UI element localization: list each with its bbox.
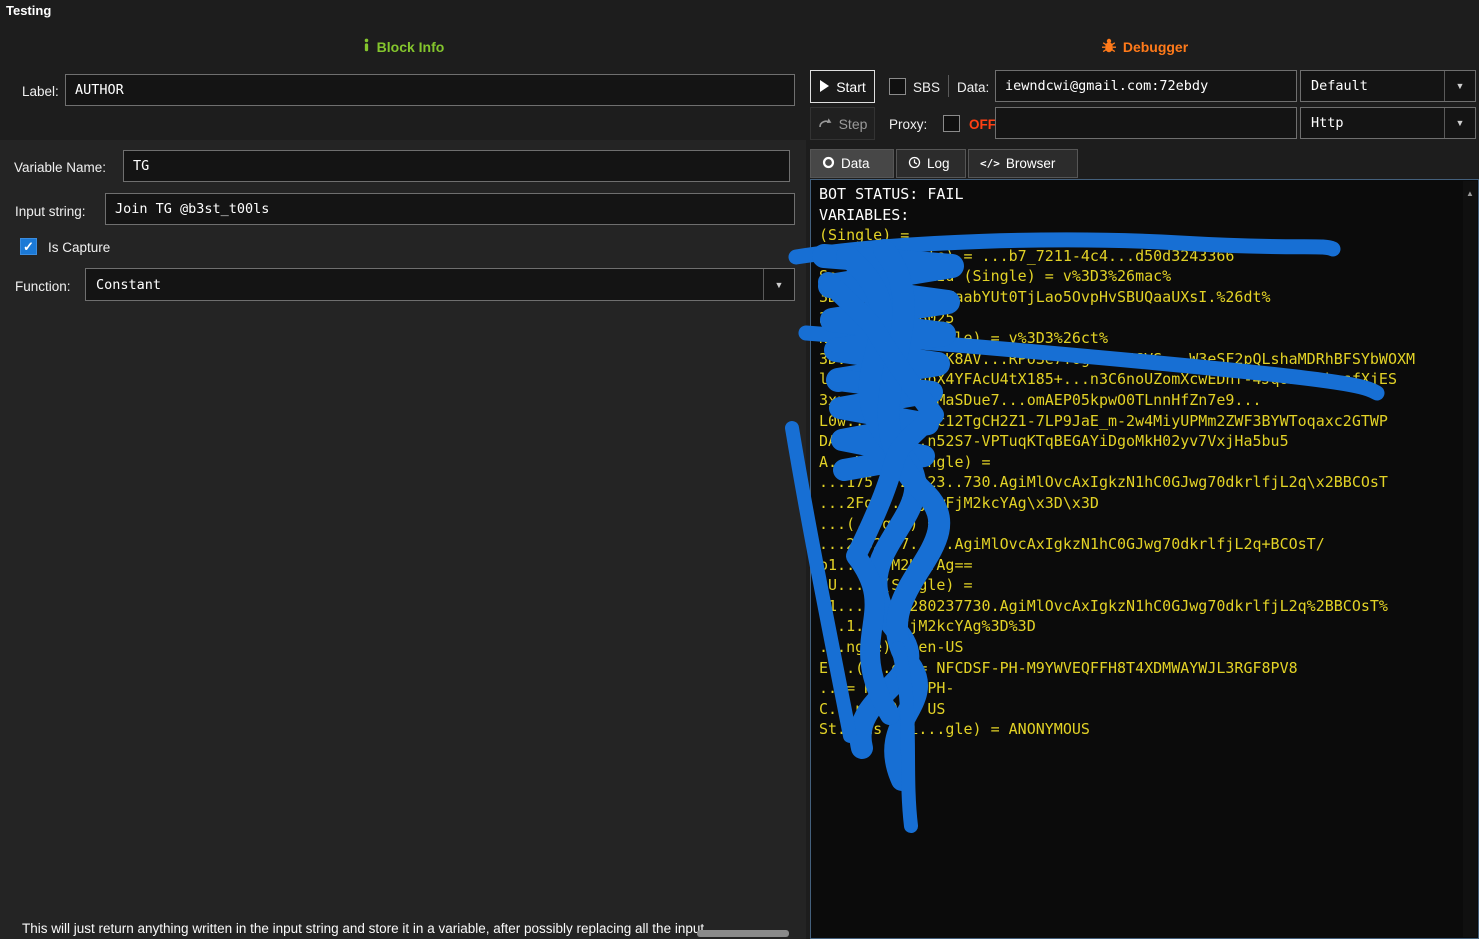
log-line: L0w...9...8JYc12TgCH2Z1-7LP9JaE_m-2w4Miy… — [819, 411, 1470, 432]
log-line: AU...L (Single) = — [819, 575, 1470, 596]
is-capture-label: Is Capture — [48, 240, 110, 255]
step-button[interactable]: Step — [810, 107, 875, 140]
app-window: Testing Block Info Label: Variable Name:… — [0, 0, 1479, 939]
tab-log[interactable]: Log — [896, 149, 966, 178]
debugger-log-area[interactable]: BOT STATUS: FAILVARIABLES:(Single) =flws… — [810, 179, 1479, 939]
log-line: NetflixId (Single) = v%3D3%26ct% — [819, 328, 1470, 349]
chevron-down-icon: ▼ — [1456, 118, 1465, 128]
start-button-label: Start — [836, 79, 866, 95]
proxy-caption: Proxy: — [889, 117, 927, 132]
variable-name-input[interactable] — [123, 150, 790, 182]
log-line: St...us (Si...gle) = ANONYMOUS — [819, 719, 1470, 740]
data-tab-icon — [822, 156, 835, 172]
tab-browser-label: Browser — [1006, 156, 1056, 171]
horizontal-scrollbar[interactable] — [697, 930, 789, 937]
log-line: lKN...hb2RZnpX4YFAcU4tX185+...n3C6noUZom… — [819, 369, 1470, 390]
dropdown-arrow-box[interactable]: ▼ — [1444, 71, 1475, 101]
log-line: C...ngle) = US — [819, 699, 1470, 720]
dropdown-arrow-box[interactable]: ▼ — [763, 269, 794, 300]
code-icon: </> — [980, 157, 1000, 170]
separator — [948, 75, 949, 97]
log-line: (Single) = — [819, 225, 1470, 246]
label-input[interactable] — [65, 74, 795, 106]
proxy-input[interactable] — [995, 107, 1297, 139]
proxy-type-dropdown[interactable]: Http ▼ — [1300, 107, 1476, 139]
window-title: Testing — [6, 3, 51, 18]
info-icon — [362, 38, 371, 55]
tab-data-label: Data — [841, 156, 870, 171]
tab-data[interactable]: Data — [810, 149, 894, 178]
check-icon: ✓ — [23, 240, 34, 253]
log-line: ...= NFCDSF-PH- — [819, 678, 1470, 699]
input-string-input[interactable] — [105, 193, 795, 225]
block-info-header: Block Info — [0, 38, 806, 55]
log-line: 3xu...u.VbuAaMaSDue7...omAEP05kpwO0TLnnH… — [819, 390, 1470, 411]
log-line: A...H...(...ngle) = — [819, 452, 1470, 473]
log-lines: BOT STATUS: FAILVARIABLES:(Single) =flws… — [811, 180, 1478, 744]
vertical-scrollbar[interactable]: ▲ — [1463, 181, 1477, 937]
block-info-title: Block Info — [377, 39, 445, 55]
chevron-down-icon: ▼ — [1456, 81, 1465, 91]
data-input[interactable] — [995, 70, 1297, 102]
debugger-panel: Debugger Start ✓ SBS Data: Default ▼ Ste… — [810, 0, 1479, 939]
sbs-checkbox[interactable]: ✓ — [889, 78, 906, 95]
tab-browser[interactable]: </> Browser — [968, 149, 1078, 178]
history-icon — [908, 156, 921, 172]
sbs-label: SBS — [913, 80, 940, 95]
proxy-checkbox[interactable]: ✓ — [943, 115, 960, 132]
log-line: ...175...28023..730.AgiMlOvcAxIgkzN1hC0G… — [819, 472, 1470, 493]
chevron-down-icon: ▼ — [775, 280, 784, 290]
bug-icon — [1101, 38, 1117, 56]
tab-log-label: Log — [927, 156, 950, 171]
log-line: ...2802377...0.AgiMlOvcAxIgkzN1hC0GJwg70… — [819, 534, 1470, 555]
function-caption: Function: — [15, 279, 71, 294]
log-line: ...(...gle) = — [819, 514, 1470, 535]
variable-name-caption: Variable Name: — [14, 160, 106, 175]
log-line: BOT STATUS: FAIL — [819, 184, 1470, 205]
label-caption: Label: — [22, 84, 59, 99]
wordlist-type-dropdown[interactable]: Default ▼ — [1300, 70, 1476, 102]
log-line: 3D...QABABSDUUFaabYUt0TjLao5OvpHvSBUQaaU… — [819, 287, 1470, 308]
is-capture-checkbox[interactable]: ✓ — [20, 238, 37, 255]
debugger-header: Debugger — [810, 38, 1479, 56]
block-description: This will just return anything written i… — [22, 921, 794, 936]
block-params-section — [0, 140, 806, 939]
step-icon — [818, 116, 832, 132]
data-caption: Data: — [957, 80, 989, 95]
log-line: ...2FoT..1MjOwFjM2kcYAg\x3D\x3D — [819, 493, 1470, 514]
debugger-title: Debugger — [1123, 39, 1188, 55]
log-line: VARIABLES: — [819, 205, 1470, 226]
log-line: E...(...e) = NFCDSF-PH-M9YWVEQFFH8T4XDMW… — [819, 658, 1470, 679]
proxy-type-value: Http — [1301, 115, 1444, 131]
proxy-state-label: OFF — [969, 117, 996, 132]
function-value: Constant — [86, 277, 763, 293]
log-line: flwssn (Single) = ...b7_7211-4c4...d50d3… — [819, 246, 1470, 267]
function-dropdown[interactable]: Constant ▼ — [85, 268, 795, 301]
log-line: SecureNetflixId (Single) = v%3D3%26mac% — [819, 266, 1470, 287]
dropdown-arrow-box[interactable]: ▼ — [1444, 108, 1475, 138]
input-string-caption: Input string: — [15, 204, 86, 219]
log-line: c1...75...280237730.AgiMlOvcAxIgkzN1hC0G… — [819, 596, 1470, 617]
log-line: 3D...g...OvcAxK8AV...RPoSe7T6g4BS04SVS..… — [819, 349, 1470, 370]
block-editor-panel: Testing Block Info Label: Variable Name:… — [0, 0, 806, 939]
start-button[interactable]: Start — [810, 70, 875, 103]
wordlist-type-value: Default — [1301, 78, 1444, 94]
play-icon — [819, 79, 829, 95]
step-button-label: Step — [839, 116, 868, 132]
log-line: DA...b...Ln.n52S7-VPTuqKTqBEGAYiDgoMkH02… — [819, 431, 1470, 452]
log-line: 3D1753280238025 — [819, 308, 1470, 329]
scroll-up-icon: ▲ — [1463, 189, 1477, 198]
log-line: o1...WFjM2KcYAg== — [819, 555, 1470, 576]
log-line: ...ngle) = en-US — [819, 637, 1470, 658]
log-line: ...1.j...FjM2kcYAg%3D%3D — [819, 616, 1470, 637]
